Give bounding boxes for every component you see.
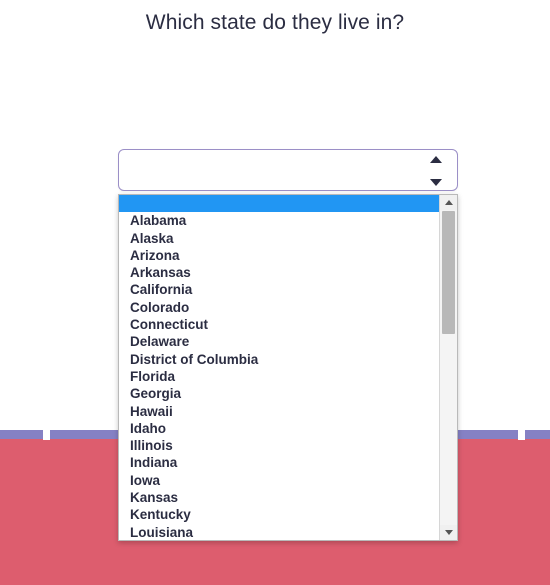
- state-dropdown-list[interactable]: Alabama Alaska Arizona Arkansas California Co…: [118, 194, 458, 541]
- dropdown-option[interactable]: Arkansas: [119, 264, 440, 281]
- dropdown-option[interactable]: Alaska: [119, 230, 440, 247]
- state-select-wrapper: [118, 149, 458, 191]
- dropdown-option[interactable]: Connecticut: [119, 316, 440, 333]
- dropdown-option[interactable]: Illinois: [119, 437, 440, 454]
- select-spinner[interactable]: [429, 156, 443, 186]
- dropdown-options-viewport: Alabama Alaska Arizona Arkansas California Co…: [119, 195, 440, 540]
- dropdown-option[interactable]: Delaware: [119, 333, 440, 350]
- dropdown-option[interactable]: Colorado: [119, 299, 440, 316]
- dropdown-option[interactable]: Hawaii: [119, 403, 440, 420]
- dropdown-option[interactable]: California: [119, 281, 440, 298]
- state-select[interactable]: [118, 149, 458, 191]
- footer-notch-right: [518, 428, 525, 440]
- triangle-down-icon[interactable]: [430, 179, 442, 186]
- dropdown-option[interactable]: [119, 195, 440, 213]
- scrollbar-thumb[interactable]: [442, 211, 455, 334]
- dropdown-option[interactable]: District of Columbia: [119, 351, 440, 368]
- scroll-down-arrow-glyph: [444, 530, 453, 535]
- scroll-up-arrow-icon[interactable]: [440, 195, 457, 210]
- dropdown-option[interactable]: Louisiana: [119, 524, 440, 540]
- dropdown-option[interactable]: Florida: [119, 368, 440, 385]
- dropdown-option[interactable]: Alabama: [119, 212, 440, 229]
- scroll-up-arrow-glyph: [444, 200, 453, 205]
- dropdown-option[interactable]: Idaho: [119, 420, 440, 437]
- dropdown-option[interactable]: Kentucky: [119, 506, 440, 523]
- dropdown-option[interactable]: Iowa: [119, 472, 440, 489]
- dropdown-option[interactable]: Georgia: [119, 385, 440, 402]
- dropdown-option[interactable]: Indiana: [119, 454, 440, 471]
- page-title: Which state do they live in?: [145, 11, 405, 34]
- footer-notch-left: [43, 428, 50, 440]
- triangle-up-icon[interactable]: [430, 156, 442, 163]
- dropdown-option[interactable]: Arizona: [119, 247, 440, 264]
- dropdown-option[interactable]: Kansas: [119, 489, 440, 506]
- scroll-down-arrow-icon[interactable]: [440, 525, 457, 540]
- dropdown-scrollbar[interactable]: [439, 195, 457, 540]
